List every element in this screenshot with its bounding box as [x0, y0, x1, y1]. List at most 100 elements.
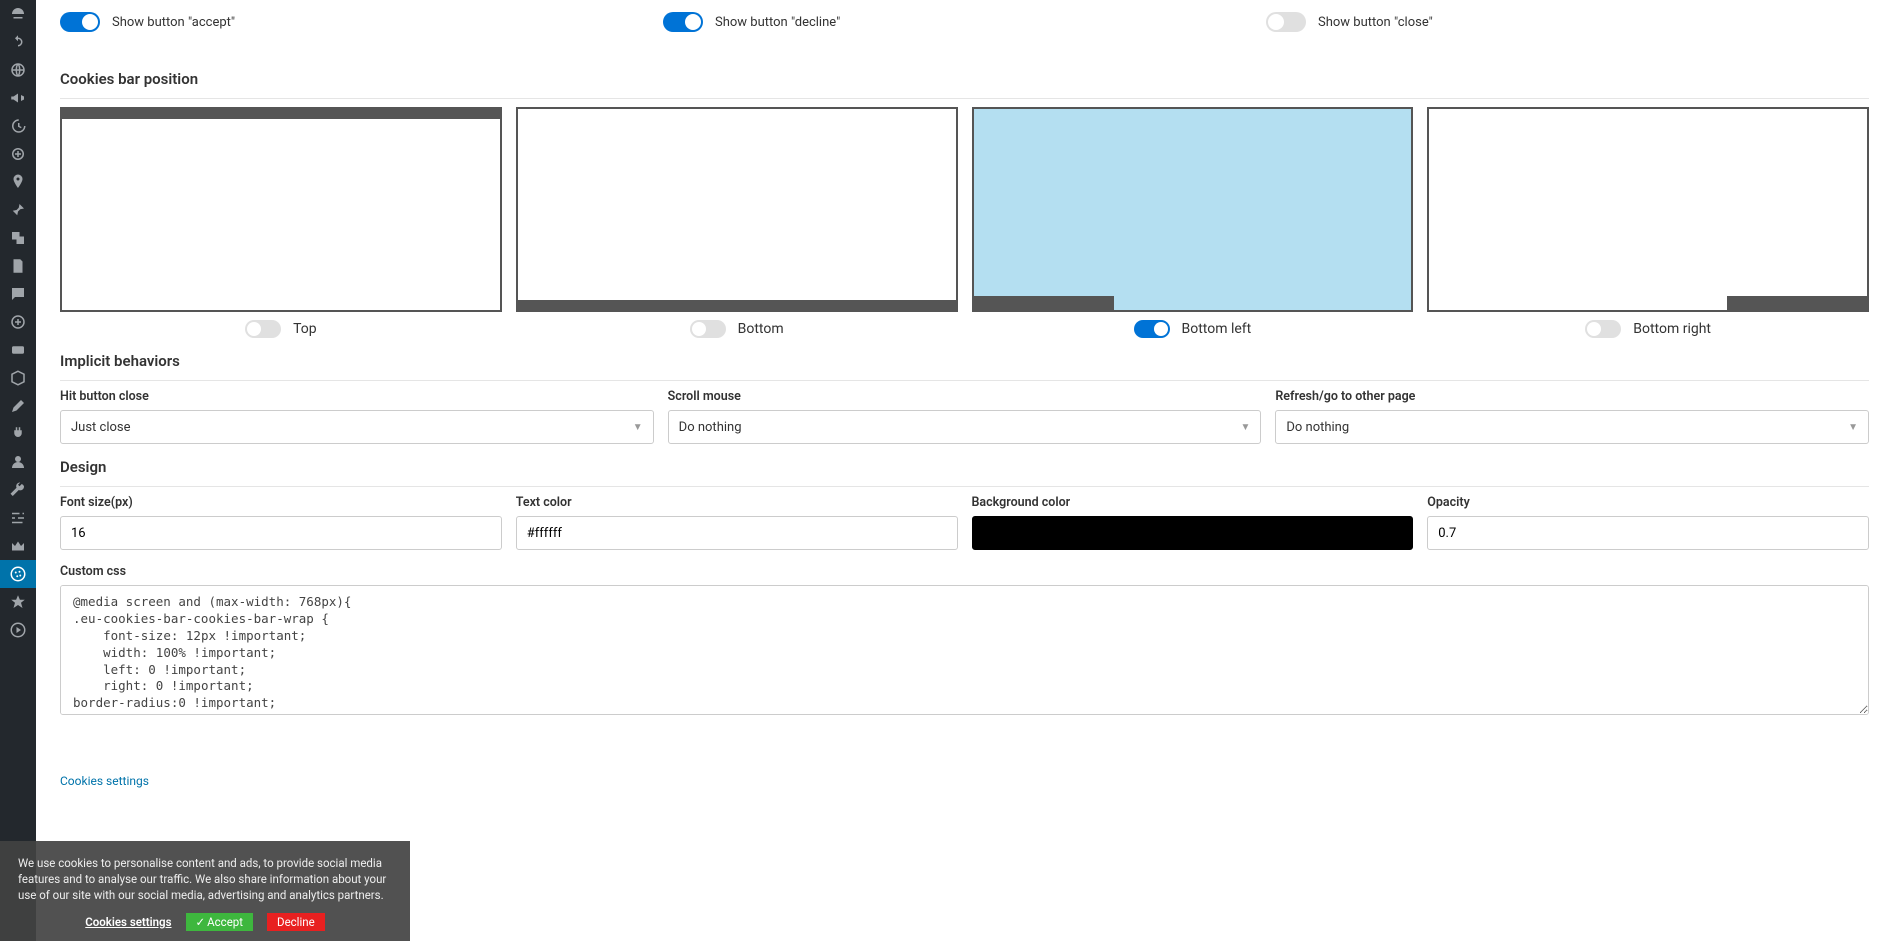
cookie-icon — [9, 565, 27, 583]
admin-sidebar — [0, 0, 36, 941]
cube-icon — [9, 369, 27, 387]
position-options: Top Bottom Bottom left Bottom right — [60, 107, 1869, 338]
scroll-value: Do nothing — [679, 420, 742, 435]
globe-icon — [9, 61, 27, 79]
history-icon — [9, 117, 27, 135]
play-circle-icon — [9, 621, 27, 639]
sidebar-appearance[interactable] — [0, 392, 36, 420]
button-toggles-row: Show button "accept" Show button "declin… — [60, 0, 1869, 56]
sidebar-comments[interactable] — [0, 280, 36, 308]
behaviors-section-title: Implicit behaviors — [60, 352, 1869, 381]
sidebar-dashboard[interactable] — [0, 0, 36, 28]
position-section-title: Cookies bar position — [60, 70, 1869, 99]
page-icon — [9, 257, 27, 275]
star-icon — [9, 593, 27, 611]
chevron-down-icon: ▼ — [633, 422, 643, 433]
sidebar-location[interactable] — [0, 168, 36, 196]
footer-cookies-settings-link[interactable]: Cookies settings — [60, 768, 1869, 788]
sidebar-posts[interactable] — [0, 196, 36, 224]
position-preview-top[interactable] — [60, 107, 502, 312]
sidebar-announce[interactable] — [0, 84, 36, 112]
position-label-top: Top — [293, 321, 317, 337]
position-toggle-bottom-left[interactable] — [1134, 320, 1170, 338]
brush-icon — [9, 397, 27, 415]
sidebar-history[interactable] — [0, 112, 36, 140]
gauge-icon — [9, 5, 27, 23]
hit-close-value: Just close — [71, 420, 131, 435]
plug-icon — [9, 425, 27, 443]
position-card-bottom-right: Bottom right — [1427, 107, 1869, 338]
hit-close-label: Hit button close — [60, 389, 654, 404]
hit-close-select[interactable]: Just close ▼ — [60, 410, 654, 444]
cookie-accept-button[interactable]: ✓Accept — [186, 913, 254, 931]
scroll-select[interactable]: Do nothing ▼ — [668, 410, 1262, 444]
font-size-input[interactable] — [60, 516, 502, 550]
position-preview-bottom-right[interactable] — [1427, 107, 1869, 312]
design-row: Font size(px) Text color Background colo… — [60, 495, 1869, 550]
refresh-value: Do nothing — [1286, 420, 1349, 435]
plus-circle-icon — [9, 313, 27, 331]
sidebar-users[interactable] — [0, 448, 36, 476]
pushpin-icon — [9, 201, 27, 219]
cookie-settings-link[interactable]: Cookies settings — [85, 914, 171, 930]
user-icon — [9, 453, 27, 471]
position-label-bottom-left: Bottom left — [1182, 321, 1252, 337]
font-size-label: Font size(px) — [60, 495, 502, 510]
sidebar-box[interactable] — [0, 364, 36, 392]
opacity-label: Opacity — [1427, 495, 1869, 510]
chevron-down-icon: ▼ — [1848, 422, 1858, 433]
sidebar-star[interactable] — [0, 588, 36, 616]
position-label-bottom-right: Bottom right — [1633, 321, 1711, 337]
sidebar-seo[interactable] — [0, 140, 36, 168]
position-label-bottom: Bottom — [738, 321, 784, 337]
pin-icon — [9, 173, 27, 191]
woo-icon — [9, 341, 27, 359]
sidebar-settings[interactable] — [0, 504, 36, 532]
sidebar-plugins[interactable] — [0, 420, 36, 448]
opacity-input[interactable] — [1427, 516, 1869, 550]
cookie-banner: We use cookies to personalise content an… — [0, 841, 410, 941]
custom-css-textarea[interactable] — [60, 585, 1869, 715]
toggle-accept[interactable] — [60, 12, 100, 32]
sidebar-updates[interactable] — [0, 28, 36, 56]
position-preview-bottom-left[interactable] — [972, 107, 1414, 312]
toggle-close[interactable] — [1266, 12, 1306, 32]
cookie-banner-text: We use cookies to personalise content an… — [18, 855, 392, 903]
position-card-top: Top — [60, 107, 502, 338]
refresh-label: Refresh/go to other page — [1275, 389, 1869, 404]
position-toggle-bottom[interactable] — [690, 320, 726, 338]
sidebar-play[interactable] — [0, 616, 36, 644]
toggle-decline[interactable] — [663, 12, 703, 32]
check-icon: ✓ — [196, 915, 206, 929]
toggle-accept-label: Show button "accept" — [112, 15, 235, 30]
custom-css-label: Custom css — [60, 564, 1869, 579]
text-color-input[interactable] — [516, 516, 958, 550]
sidebar-globe[interactable] — [0, 56, 36, 84]
sidebar-woo[interactable] — [0, 336, 36, 364]
position-preview-bottom[interactable] — [516, 107, 958, 312]
media-icon — [9, 229, 27, 247]
text-color-label: Text color — [516, 495, 958, 510]
comment-icon — [9, 285, 27, 303]
position-toggle-top[interactable] — [245, 320, 281, 338]
sidebar-add[interactable] — [0, 308, 36, 336]
position-card-bottom-left: Bottom left — [972, 107, 1414, 338]
sidebar-media[interactable] — [0, 224, 36, 252]
crown-icon — [9, 537, 27, 555]
chevron-down-icon: ▼ — [1240, 422, 1250, 433]
sidebar-tools[interactable] — [0, 476, 36, 504]
cookie-accept-label: Accept — [207, 915, 243, 929]
refresh-icon — [9, 33, 27, 51]
main-panel: Show button "accept" Show button "declin… — [36, 0, 1893, 941]
position-card-bottom: Bottom — [516, 107, 958, 338]
analytics-icon — [9, 145, 27, 163]
position-toggle-bottom-right[interactable] — [1585, 320, 1621, 338]
refresh-select[interactable]: Do nothing ▼ — [1275, 410, 1869, 444]
bg-color-input[interactable] — [972, 516, 1414, 550]
sidebar-crown[interactable] — [0, 532, 36, 560]
sidebar-pages[interactable] — [0, 252, 36, 280]
toggle-close-label: Show button "close" — [1318, 15, 1433, 30]
behaviors-row: Hit button close Just close ▼ Scroll mou… — [60, 389, 1869, 444]
cookie-decline-button[interactable]: Decline — [267, 913, 325, 931]
sidebar-cookies[interactable] — [0, 560, 36, 588]
